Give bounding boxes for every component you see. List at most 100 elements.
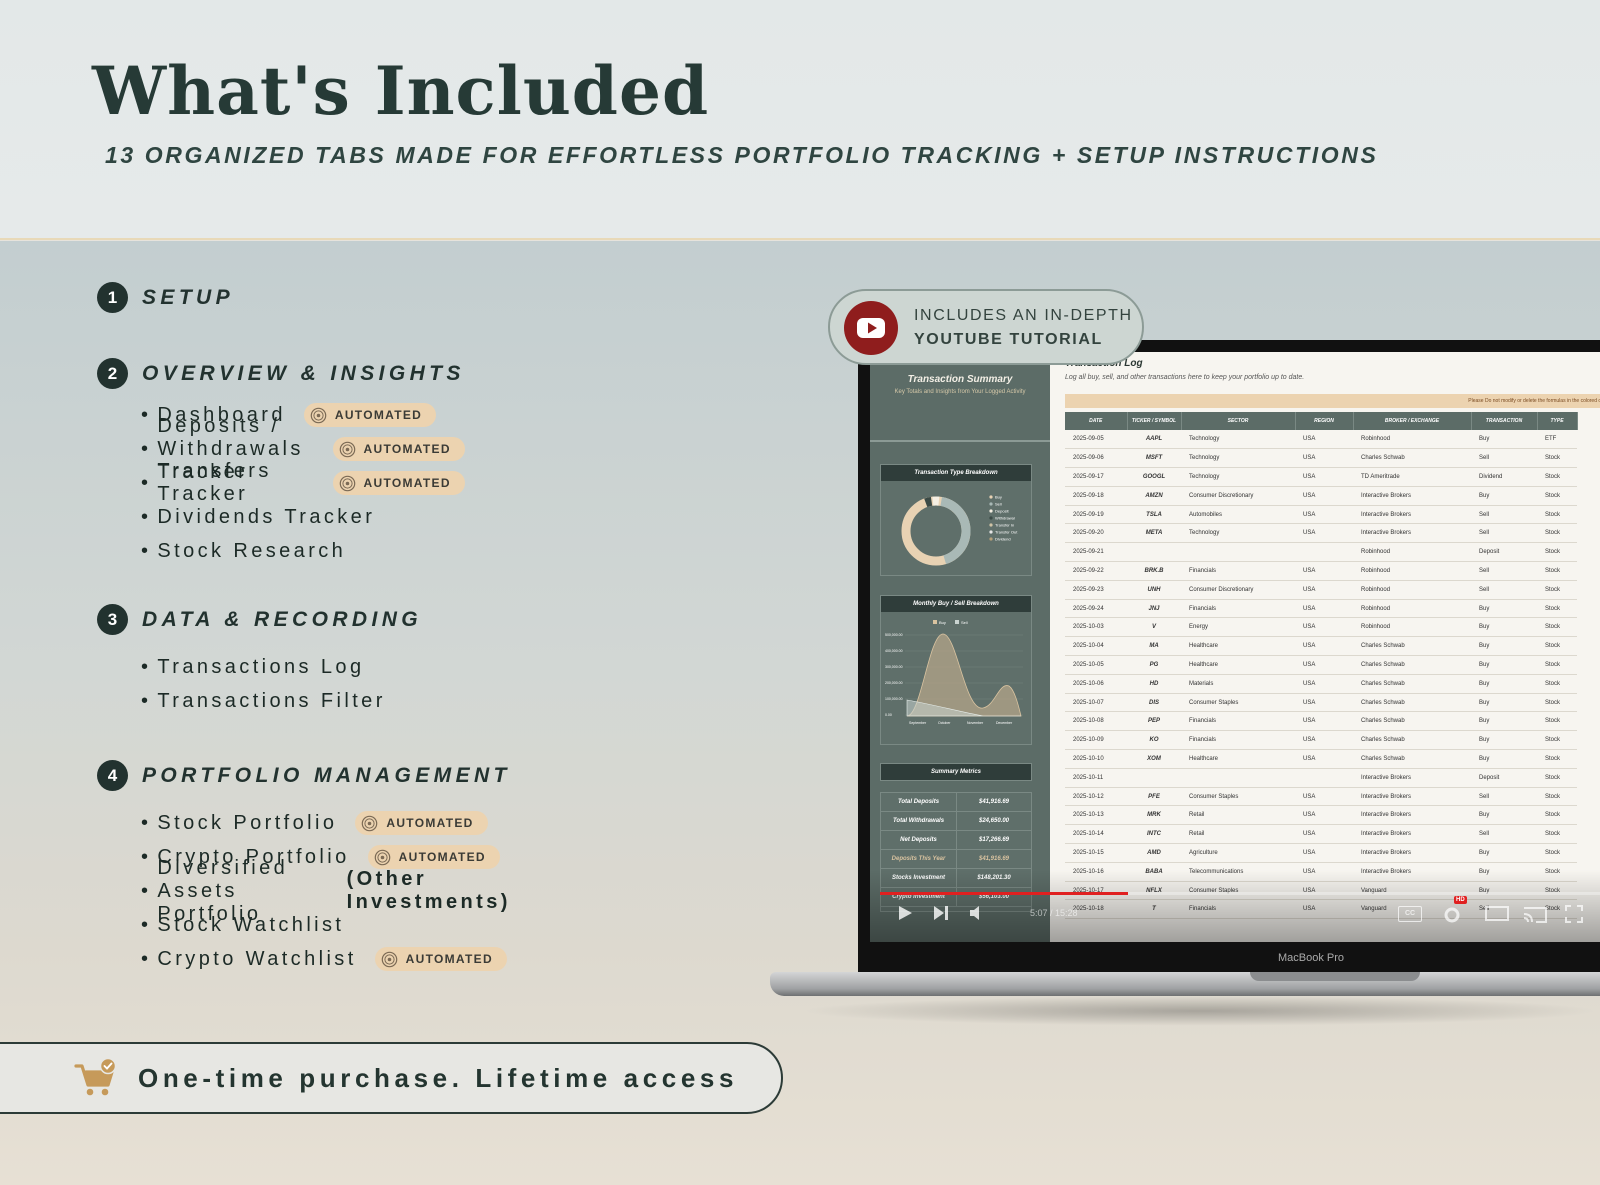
table-cell: Consumer Discretionary	[1181, 486, 1295, 506]
miniplayer-icon[interactable]	[1484, 904, 1510, 922]
table-row[interactable]: 2025-09-19 TSLA Automobiles USA Interactive …	[1065, 505, 1577, 525]
section-items: • Dashboard AUTOMATED • Deposits / Withdrawa…	[141, 398, 465, 568]
donut-panel: Transaction Type Breakdown Buy Sell Deposi…	[880, 464, 1032, 576]
metric-label: Total Withdrawals	[881, 812, 957, 830]
cast-icon[interactable]	[1522, 904, 1548, 924]
table-cell: USA	[1295, 580, 1353, 600]
table-row[interactable]: 2025-09-23 UNH Consumer Discretionary USA Ro…	[1065, 580, 1577, 600]
table-cell: INTC	[1127, 824, 1181, 845]
table-row[interactable]: 2025-10-09 KO Financials USA Charles Schwab B…	[1065, 730, 1577, 751]
column-header: DATE	[1065, 412, 1128, 430]
table-cell: USA	[1295, 843, 1353, 863]
table-row[interactable]: 2025-10-03 V Energy USA Robinhood Buy Stock	[1065, 617, 1577, 638]
table-cell: Buy	[1471, 674, 1537, 694]
table-row[interactable]: 2025-10-13 MRK Retail USA Interactive Broker…	[1065, 805, 1577, 826]
donut-legend-dot	[989, 509, 993, 513]
page-title: What's Included	[92, 52, 710, 130]
table-cell: Healthcare	[1181, 749, 1295, 769]
video-screen[interactable]: Transaction Summary Key Totals and Insig…	[870, 352, 1600, 942]
table-cell: Buy	[1471, 711, 1537, 732]
table-cell: Stock	[1537, 693, 1577, 713]
table-cell: USA	[1295, 430, 1353, 450]
feature-item: • Diversified Assets Portfolio (Other Inv…	[141, 857, 511, 925]
area-panel: Monthly Buy / Sell Breakdown Buy Sell 50…	[880, 595, 1032, 745]
donut-legend-dot	[989, 537, 993, 541]
table-cell	[1127, 542, 1181, 563]
section-header: 1 SETUP	[97, 282, 234, 313]
automation-icon	[339, 475, 355, 491]
table-cell: Buy	[1471, 730, 1537, 751]
area-chart: Buy Sell 500,000.00 400,000.00 300,000.00 2…	[885, 620, 1023, 725]
metric-value: $17,266.69	[978, 837, 1010, 843]
captions-button[interactable]: CC	[1398, 906, 1422, 922]
donut-legend-dot	[989, 530, 993, 534]
table-cell: Financials	[1181, 561, 1295, 581]
table-cell: Sell	[1471, 824, 1537, 845]
fullscreen-icon[interactable]	[1564, 904, 1584, 924]
table-cell: 2025-09-17	[1065, 467, 1127, 487]
settings-gear-icon[interactable]	[1442, 904, 1462, 924]
table-row[interactable]: 2025-09-24 JNJ Financials USA Robinhood Buy St…	[1065, 599, 1577, 619]
badge-label: AUTOMATED	[405, 952, 493, 966]
table-cell: Stock	[1537, 749, 1577, 769]
table-row[interactable]: 2025-10-07 DIS Consumer Staples USA Charles …	[1065, 693, 1577, 713]
section-1: 1 SETUP	[97, 282, 234, 313]
table-row[interactable]: 2025-10-06 HD Materials USA Charles Schwab Bu…	[1065, 674, 1577, 694]
y-tick-label: 400,000.00	[885, 649, 903, 653]
table-cell: 2025-09-24	[1065, 599, 1127, 619]
table-row[interactable]: 2025-10-04 MA Healthcare USA Charles Schwab B…	[1065, 636, 1577, 657]
table-cell: 2025-09-18	[1065, 486, 1127, 506]
play-icon[interactable]	[896, 904, 914, 922]
metric-row: Total Deposits $41,916.69	[881, 793, 1031, 812]
table-cell: Buy	[1471, 655, 1537, 675]
feature-item: • Stock Research	[141, 534, 465, 568]
table-row[interactable]: 2025-10-12 PFE Consumer Staples USA Interact…	[1065, 787, 1577, 807]
section-title: SETUP	[142, 285, 235, 309]
table-row[interactable]: 2025-10-08 PEP Financials USA Charles Schwab…	[1065, 711, 1577, 732]
table-row[interactable]: 2025-09-22 BRK.B Financials USA Robinhood Sel…	[1065, 561, 1577, 581]
automation-icon	[362, 815, 378, 831]
video-progress-bar[interactable]	[880, 892, 1600, 895]
donut-legend-dot	[989, 502, 993, 506]
next-icon[interactable]	[932, 904, 950, 922]
table-row[interactable]: 2025-10-10 XOM Healthcare USA Charles Schwab…	[1065, 749, 1577, 769]
column-header: TRANSACTION	[1471, 412, 1538, 430]
badge-label: AUTOMATED	[363, 442, 451, 456]
table-cell: Stock	[1537, 787, 1577, 807]
table-cell: Automobiles	[1181, 505, 1295, 525]
table-cell: 2025-10-14	[1065, 824, 1127, 845]
table-cell: Healthcare	[1181, 636, 1295, 657]
table-cell: Financials	[1181, 711, 1295, 732]
metric-label: Deposits This Year	[881, 850, 957, 868]
volume-icon[interactable]	[968, 904, 986, 922]
sidebar-title: Transaction Summary	[907, 374, 1013, 385]
table-row[interactable]: 2025-09-17 GOOGL Technology USA TD Ameritrad…	[1065, 467, 1577, 487]
table-row[interactable]: 2025-09-05 AAPL Technology USA Robinhood Buy E…	[1065, 430, 1577, 450]
youtube-tutorial-pill: INCLUDES AN IN-DEPTH YOUTUBE TUTORIAL	[828, 289, 1144, 365]
table-row[interactable]: 2025-09-18 AMZN Consumer Discretionary USA I…	[1065, 486, 1577, 506]
automated-badge: AUTOMATED	[303, 403, 437, 427]
section-title: PORTFOLIO MANAGEMENT	[142, 763, 511, 787]
metric-value: $41,916.69	[978, 856, 1010, 862]
table-cell: Interactive Brokers	[1353, 523, 1471, 544]
table-row[interactable]: 2025-09-20 META Technology USA Interactive B…	[1065, 523, 1577, 544]
table-cell: Materials	[1181, 674, 1295, 694]
table-row[interactable]: 2025-10-15 AMD Agriculture USA Interactive B…	[1065, 843, 1577, 863]
table-row[interactable]: 2025-10-05 PG Healthcare USA Charles Schwab B…	[1065, 655, 1577, 675]
bullet: •	[141, 913, 152, 936]
laptop-bezel-label: MacBook Pro	[858, 946, 1600, 970]
table-cell: USA	[1295, 599, 1353, 619]
table-row[interactable]: 2025-10-14 INTC Retail USA Interactive Broke…	[1065, 824, 1577, 845]
table-cell	[1181, 542, 1295, 563]
feature-item: • Stock Watchlist	[141, 908, 511, 942]
bullet: •	[141, 505, 152, 528]
table-cell: Robinhood	[1353, 542, 1471, 563]
table-row[interactable]: 2025-09-21 Robinhood Deposit Stock	[1065, 542, 1577, 563]
table-row[interactable]: 2025-10-11 Interactive Brokers Deposit Stoc…	[1065, 768, 1577, 788]
feature-item: • Transfers Tracker AUTOMATED	[141, 460, 465, 505]
table-row[interactable]: 2025-09-06 MSFT Technology USA Charles Schwa…	[1065, 448, 1577, 469]
feature-label: Stock Portfolio	[157, 811, 338, 834]
badge-label: AUTOMATED	[386, 816, 474, 830]
donut-legend-label: Sell	[995, 501, 1002, 506]
table-cell: BRK.B	[1127, 561, 1181, 581]
